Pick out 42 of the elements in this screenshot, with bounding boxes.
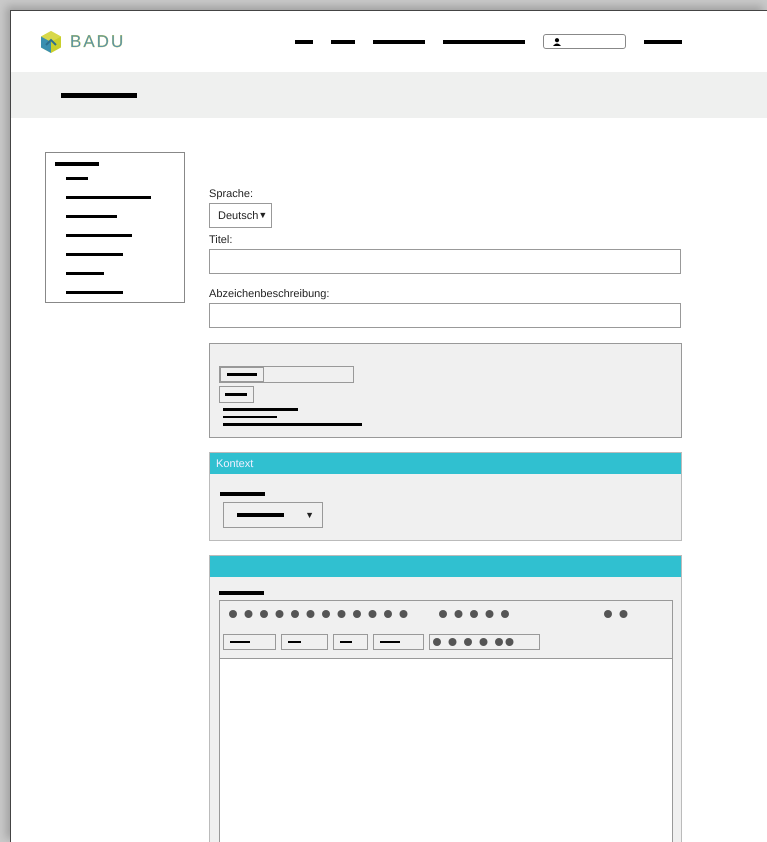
language-select[interactable]: Deutsch▼: [209, 203, 272, 228]
hexagon-logo-icon: [40, 30, 62, 54]
context-select[interactable]: ▼: [223, 502, 323, 528]
format-dropdown[interactable]: [373, 634, 424, 650]
text-placeholder: [295, 40, 314, 44]
text-placeholder: [66, 177, 88, 180]
text-placeholder: [288, 640, 301, 644]
text-placeholder: [220, 492, 265, 496]
field-label: Titel:: [209, 234, 234, 246]
text-placeholder: [331, 40, 356, 44]
browse-button[interactable]: [220, 367, 264, 382]
text-placeholder: [66, 272, 104, 274]
file-field[interactable]: [219, 366, 354, 383]
text-placeholder: [223, 416, 277, 418]
user-icon: [553, 38, 562, 46]
format-dropdown[interactable]: [333, 634, 368, 650]
text-placeholder: [66, 253, 123, 256]
field-label: Sprache:: [209, 188, 254, 200]
text-placeholder: [227, 373, 257, 376]
logo-text: BADU: [70, 32, 126, 52]
format-dropdown[interactable]: [223, 634, 276, 650]
text-placeholder: [644, 40, 682, 44]
panel-title: Kontext: [216, 458, 254, 470]
text-placeholder: [230, 640, 250, 644]
text-placeholder: [55, 162, 99, 166]
text-placeholder: [225, 393, 247, 396]
text-placeholder: [66, 234, 132, 236]
description-input[interactable]: [209, 303, 681, 328]
toolbar-group[interactable]: [429, 634, 540, 650]
field-label: Abzeichenbeschreibung:: [209, 288, 330, 300]
text-placeholder: [340, 640, 352, 644]
title-input[interactable]: [209, 249, 681, 274]
text-placeholder: [380, 640, 400, 644]
text-placeholder: [66, 215, 117, 218]
text-placeholder: [237, 513, 284, 517]
user-field[interactable]: [543, 34, 626, 49]
text-placeholder: [66, 291, 123, 294]
text-placeholder: [219, 591, 264, 595]
text-placeholder: [373, 40, 426, 44]
format-dropdown[interactable]: [281, 634, 328, 650]
upload-button[interactable]: [219, 386, 254, 403]
dots-drawing: [602, 609, 629, 619]
